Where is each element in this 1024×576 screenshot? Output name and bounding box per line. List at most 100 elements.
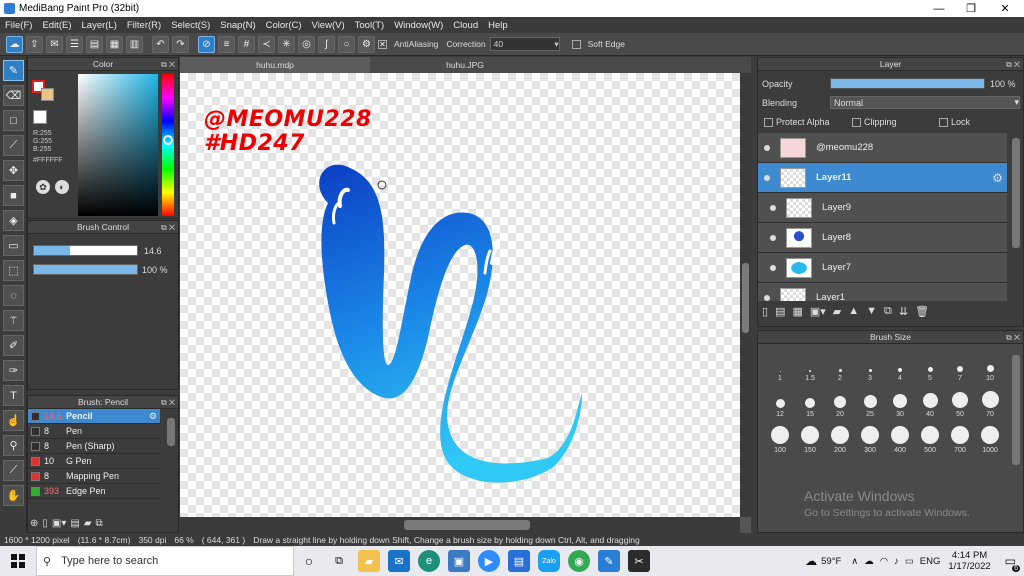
gradation-tool-icon[interactable]: ▭ bbox=[3, 235, 24, 256]
new-layer-icon[interactable]: ▯ bbox=[762, 305, 768, 318]
panel-float-close-icon[interactable]: ⧉ ✕ bbox=[161, 396, 175, 409]
crisscross-snap-icon[interactable]: # bbox=[238, 35, 255, 53]
document-icon[interactable]: ▤ bbox=[86, 35, 103, 53]
eyedropper-tool-icon[interactable]: ⚲ bbox=[3, 435, 24, 456]
layer-row[interactable]: Layer7 bbox=[758, 253, 1007, 283]
brush-size-option[interactable]: 1 bbox=[765, 352, 795, 382]
tab-huhu-jpg[interactable]: huhu.JPG bbox=[370, 57, 560, 73]
menu-help[interactable]: Help bbox=[483, 20, 513, 31]
control-panel-icon[interactable]: ▣ bbox=[448, 550, 470, 572]
palette-icon[interactable]: ✿ bbox=[36, 180, 50, 194]
onedrive-icon[interactable]: ☁ bbox=[864, 556, 874, 567]
select-eraser-tool-icon[interactable]: ✑ bbox=[3, 360, 24, 381]
curve-snap-icon[interactable]: ∫ bbox=[318, 35, 335, 53]
canvas-vertical-scrollbar[interactable] bbox=[740, 73, 751, 517]
brush-size-option[interactable]: 4 bbox=[885, 352, 915, 382]
background-color-swatch[interactable] bbox=[41, 88, 54, 101]
lasso-tool-icon[interactable]: ◌ bbox=[3, 285, 24, 306]
snap-off-icon[interactable]: ⊘ bbox=[198, 35, 215, 53]
chrome-icon[interactable]: ◉ bbox=[568, 550, 590, 572]
brush-size-option[interactable]: 200 bbox=[825, 424, 855, 454]
brush-size-option[interactable]: 100 bbox=[765, 424, 795, 454]
cloud-icon[interactable]: ☁ bbox=[6, 35, 23, 53]
brush-item-pencil[interactable]: 14.6 Pencil ⚙ bbox=[28, 409, 160, 424]
brush-size-option[interactable]: 12 bbox=[765, 388, 795, 418]
brush-size-option[interactable]: 70 bbox=[975, 388, 1005, 418]
lock-option[interactable]: Lock bbox=[939, 117, 970, 127]
hue-slider[interactable] bbox=[162, 74, 174, 216]
horizontal-scroll-thumb[interactable] bbox=[404, 520, 530, 530]
visibility-eye-icon[interactable] bbox=[770, 234, 776, 241]
move-down-icon[interactable]: ▼ bbox=[866, 305, 877, 318]
layer-row-selected[interactable]: Layer11 ⚙ bbox=[758, 163, 1007, 193]
tab-huhu-mdp[interactable]: huhu.mdp bbox=[180, 57, 370, 73]
add-dropdown-icon[interactable]: ▣▾ bbox=[52, 518, 66, 529]
duplicate-layer-icon[interactable]: ⧉ bbox=[884, 305, 892, 318]
visibility-eye-icon[interactable] bbox=[764, 144, 770, 151]
menu-window[interactable]: Window(W) bbox=[389, 20, 448, 31]
menu-tool[interactable]: Tool(T) bbox=[350, 20, 390, 31]
brush-size-option[interactable]: 7 bbox=[945, 352, 975, 382]
brush-size-option[interactable]: 10 bbox=[975, 352, 1005, 382]
folder-icon[interactable]: ▰ bbox=[84, 518, 92, 529]
brush-size-option[interactable]: 40 bbox=[915, 388, 945, 418]
tray-chevron-up-icon[interactable]: ∧ bbox=[851, 556, 858, 567]
panel-float-close-icon[interactable]: ⧉ ✕ bbox=[161, 221, 175, 234]
bucket-tool-icon[interactable]: ◈ bbox=[3, 210, 24, 231]
language-indicator[interactable]: ENG bbox=[920, 556, 941, 567]
correction-select[interactable]: 40 ▾ bbox=[489, 37, 560, 51]
text-tool-icon[interactable]: T bbox=[3, 385, 24, 406]
drawing-canvas[interactable]: @MEOMU228 #HD247 bbox=[180, 73, 740, 517]
store-icon[interactable]: ▤ bbox=[508, 550, 530, 572]
layout-icon[interactable]: ▥ bbox=[126, 35, 143, 53]
panel-float-close-icon[interactable]: ⧉ ✕ bbox=[1006, 58, 1020, 71]
new-8bit-layer-icon[interactable]: ▦ bbox=[792, 305, 802, 318]
brush-size-option[interactable]: 25 bbox=[855, 388, 885, 418]
menu-snap[interactable]: Snap(N) bbox=[215, 20, 260, 31]
new-file-icon[interactable]: ▯ bbox=[42, 518, 48, 529]
lock-checkbox[interactable] bbox=[939, 117, 948, 127]
hue-handle[interactable] bbox=[163, 135, 173, 145]
menu-filter[interactable]: Filter(R) bbox=[122, 20, 166, 31]
weather-icon[interactable]: ☁ bbox=[805, 554, 817, 568]
undo-icon[interactable]: ↶ bbox=[152, 35, 169, 53]
edge-browser-icon[interactable]: e bbox=[418, 550, 440, 572]
menu-edit[interactable]: Edit(E) bbox=[37, 20, 76, 31]
panel-tool-icon[interactable]: ⟋ bbox=[3, 460, 24, 481]
clipping-checkbox[interactable] bbox=[852, 117, 861, 127]
brush-item-pen[interactable]: 8 Pen bbox=[28, 424, 160, 439]
brush-settings-gear-icon[interactable]: ⚙ bbox=[149, 411, 157, 422]
magic-wand-tool-icon[interactable]: ⚚ bbox=[3, 310, 24, 331]
zoom-app-icon[interactable]: ▶ bbox=[478, 550, 500, 572]
clock[interactable]: 4:14 PM 1/17/2022 bbox=[948, 550, 990, 572]
canvas-horizontal-scrollbar[interactable] bbox=[180, 517, 740, 533]
brush-size-option[interactable]: 15 bbox=[795, 388, 825, 418]
vanishing-point-icon[interactable]: ≺ bbox=[258, 35, 275, 53]
brush-size-option[interactable]: 20 bbox=[825, 388, 855, 418]
chat-icon[interactable]: ☰ bbox=[66, 35, 83, 53]
brush-size-option[interactable]: 400 bbox=[885, 424, 915, 454]
saturation-value-picker[interactable] bbox=[78, 74, 158, 216]
brush-size-option[interactable]: 2 bbox=[825, 352, 855, 382]
hand-tool-icon[interactable]: ✋ bbox=[3, 485, 24, 506]
circle-snap-icon[interactable]: ◎ bbox=[298, 35, 315, 53]
brush-size-option[interactable]: 3 bbox=[855, 352, 885, 382]
radial-snap-icon[interactable]: ✳ bbox=[278, 35, 295, 53]
visibility-eye-icon[interactable] bbox=[764, 294, 770, 301]
file-explorer-icon[interactable]: ▰ bbox=[358, 550, 380, 572]
layer-row[interactable]: Layer9 bbox=[758, 193, 1007, 223]
redo-icon[interactable]: ↷ bbox=[172, 35, 189, 53]
wifi-icon[interactable]: ◠ bbox=[880, 556, 888, 567]
antialias-checkbox[interactable]: ✕ bbox=[378, 39, 387, 49]
merge-layer-icon[interactable]: ⇊ bbox=[899, 305, 908, 318]
upload-icon[interactable]: ⇪ bbox=[26, 35, 43, 53]
rectangle-tool-icon[interactable]: □ bbox=[3, 110, 24, 131]
menu-view[interactable]: View(V) bbox=[307, 20, 350, 31]
menu-layer[interactable]: Layer(L) bbox=[77, 20, 122, 31]
panel-float-close-icon[interactable]: ⧉ ✕ bbox=[1006, 331, 1020, 344]
brush-size-option[interactable]: 300 bbox=[855, 424, 885, 454]
brush-size-option[interactable]: 1.5 bbox=[795, 352, 825, 382]
ring-snap-icon[interactable]: ○ bbox=[338, 35, 355, 53]
capcut-icon[interactable]: ✂ bbox=[628, 550, 650, 572]
windows-start-icon[interactable] bbox=[0, 546, 36, 576]
